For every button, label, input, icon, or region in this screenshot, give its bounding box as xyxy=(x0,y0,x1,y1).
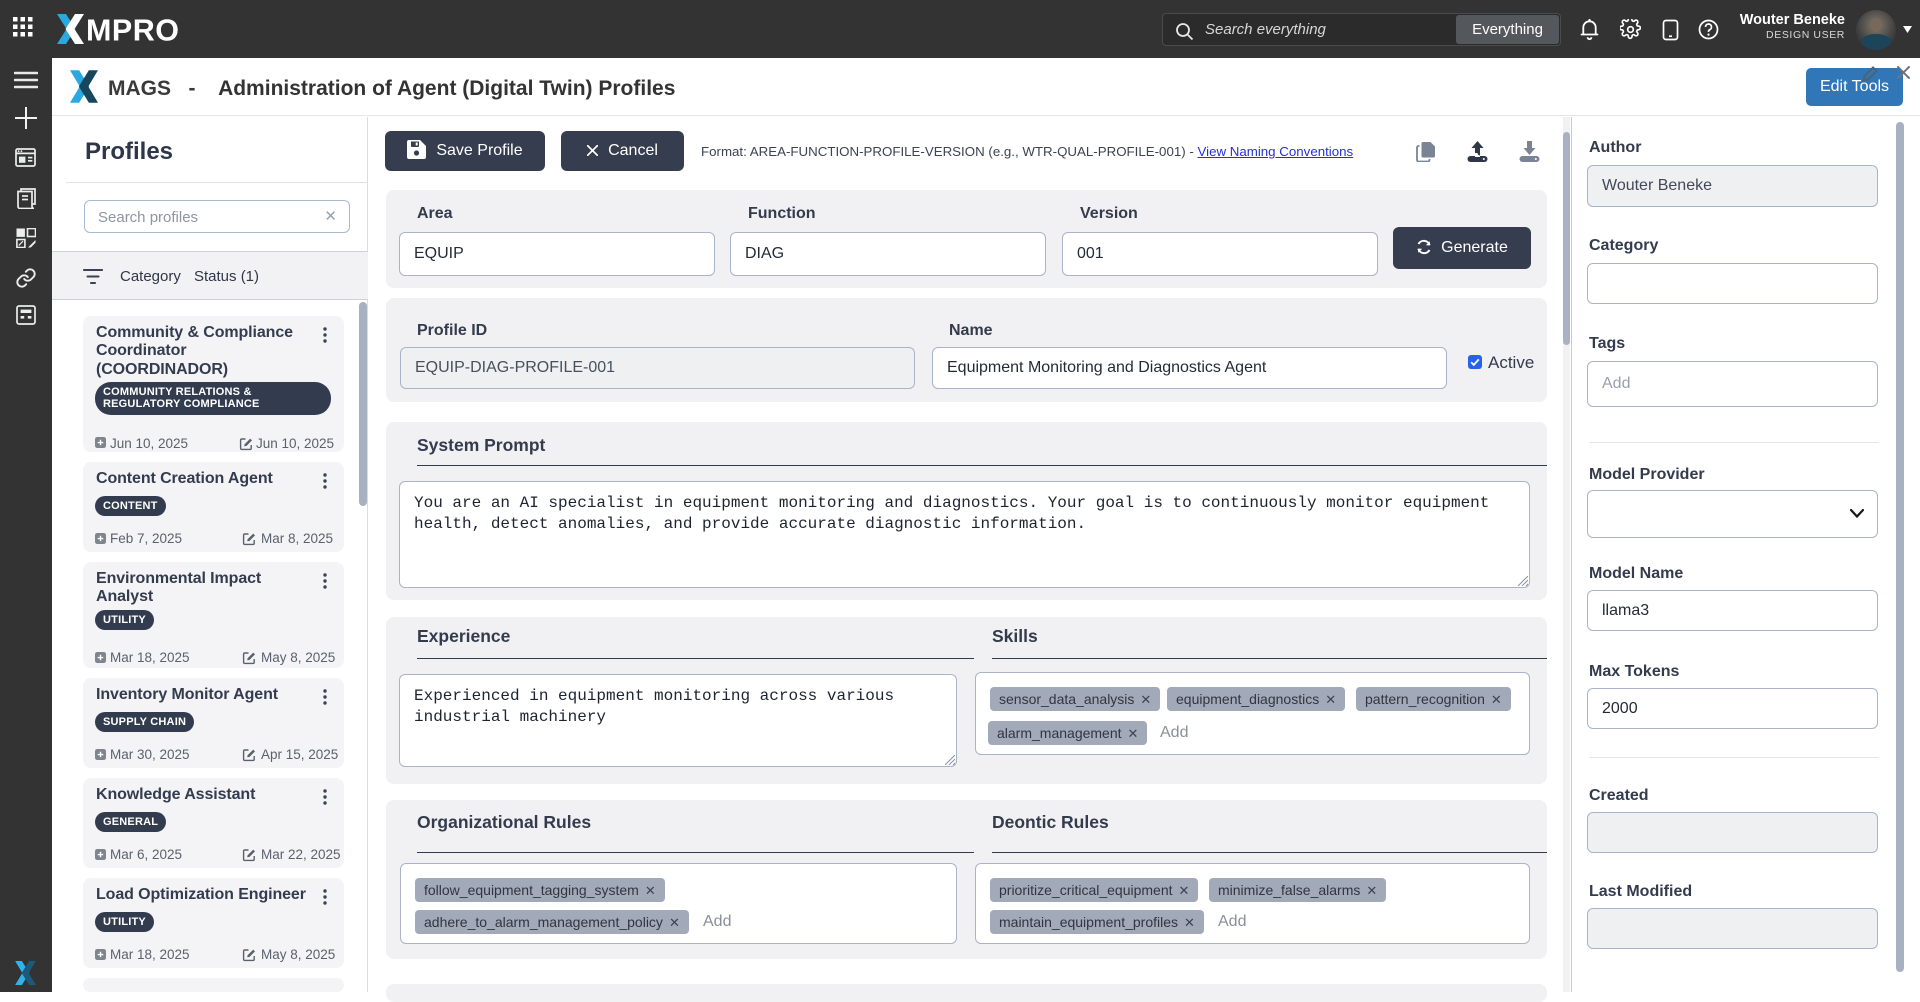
svg-text:MPRO: MPRO xyxy=(86,14,180,44)
